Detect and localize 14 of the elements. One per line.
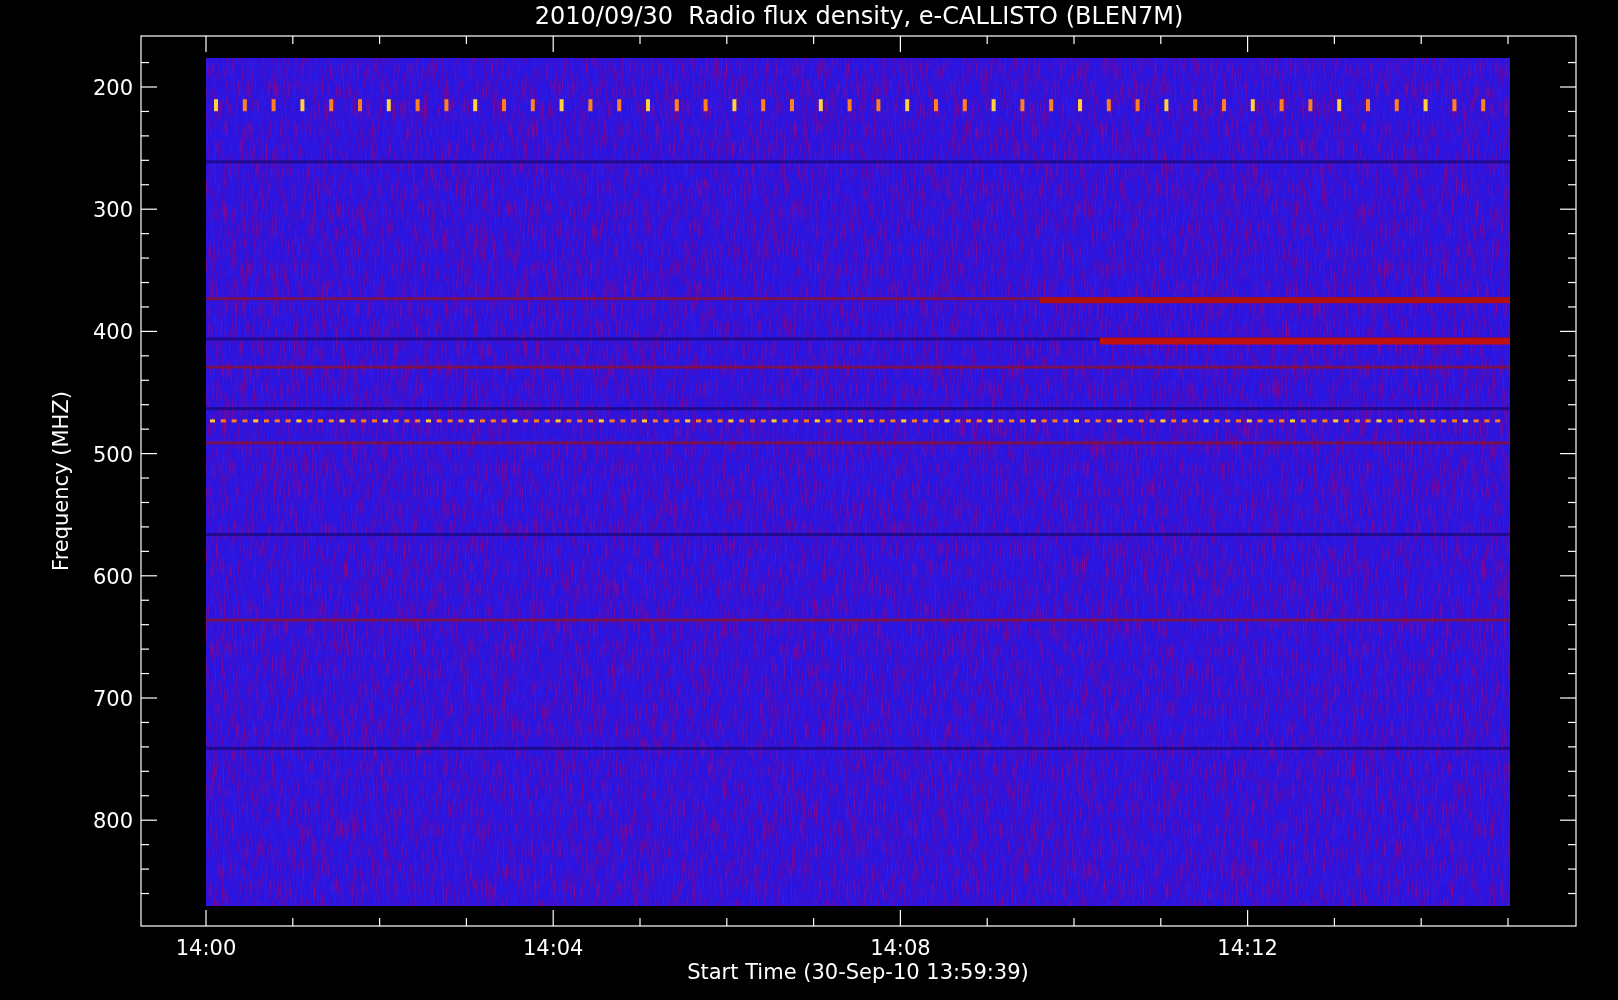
y-tick-label: 200: [92, 76, 133, 100]
y-axis-label: Frequency (MHZ): [49, 391, 73, 571]
x-tick-label: 14:08: [870, 936, 931, 960]
y-tick-label: 600: [92, 564, 133, 589]
plot-title: 2010/09/30 Radio flux density, e-CALLISTO (BLEN7M): [534, 2, 1184, 30]
y-tick-label: 400: [92, 320, 133, 345]
x-tick-label: 14:04: [522, 936, 584, 960]
y-tick-label: 500: [92, 442, 133, 467]
x-tick-label: 14:00: [175, 936, 237, 960]
x-tick-label: 14:12: [1217, 936, 1278, 960]
x-axis-label: Start Time (30-Sep-10 13:59:39): [687, 960, 1029, 984]
y-tick-label: 700: [92, 687, 133, 711]
y-tick-label: 300: [92, 198, 133, 223]
y-tick-label: 800: [92, 809, 133, 834]
